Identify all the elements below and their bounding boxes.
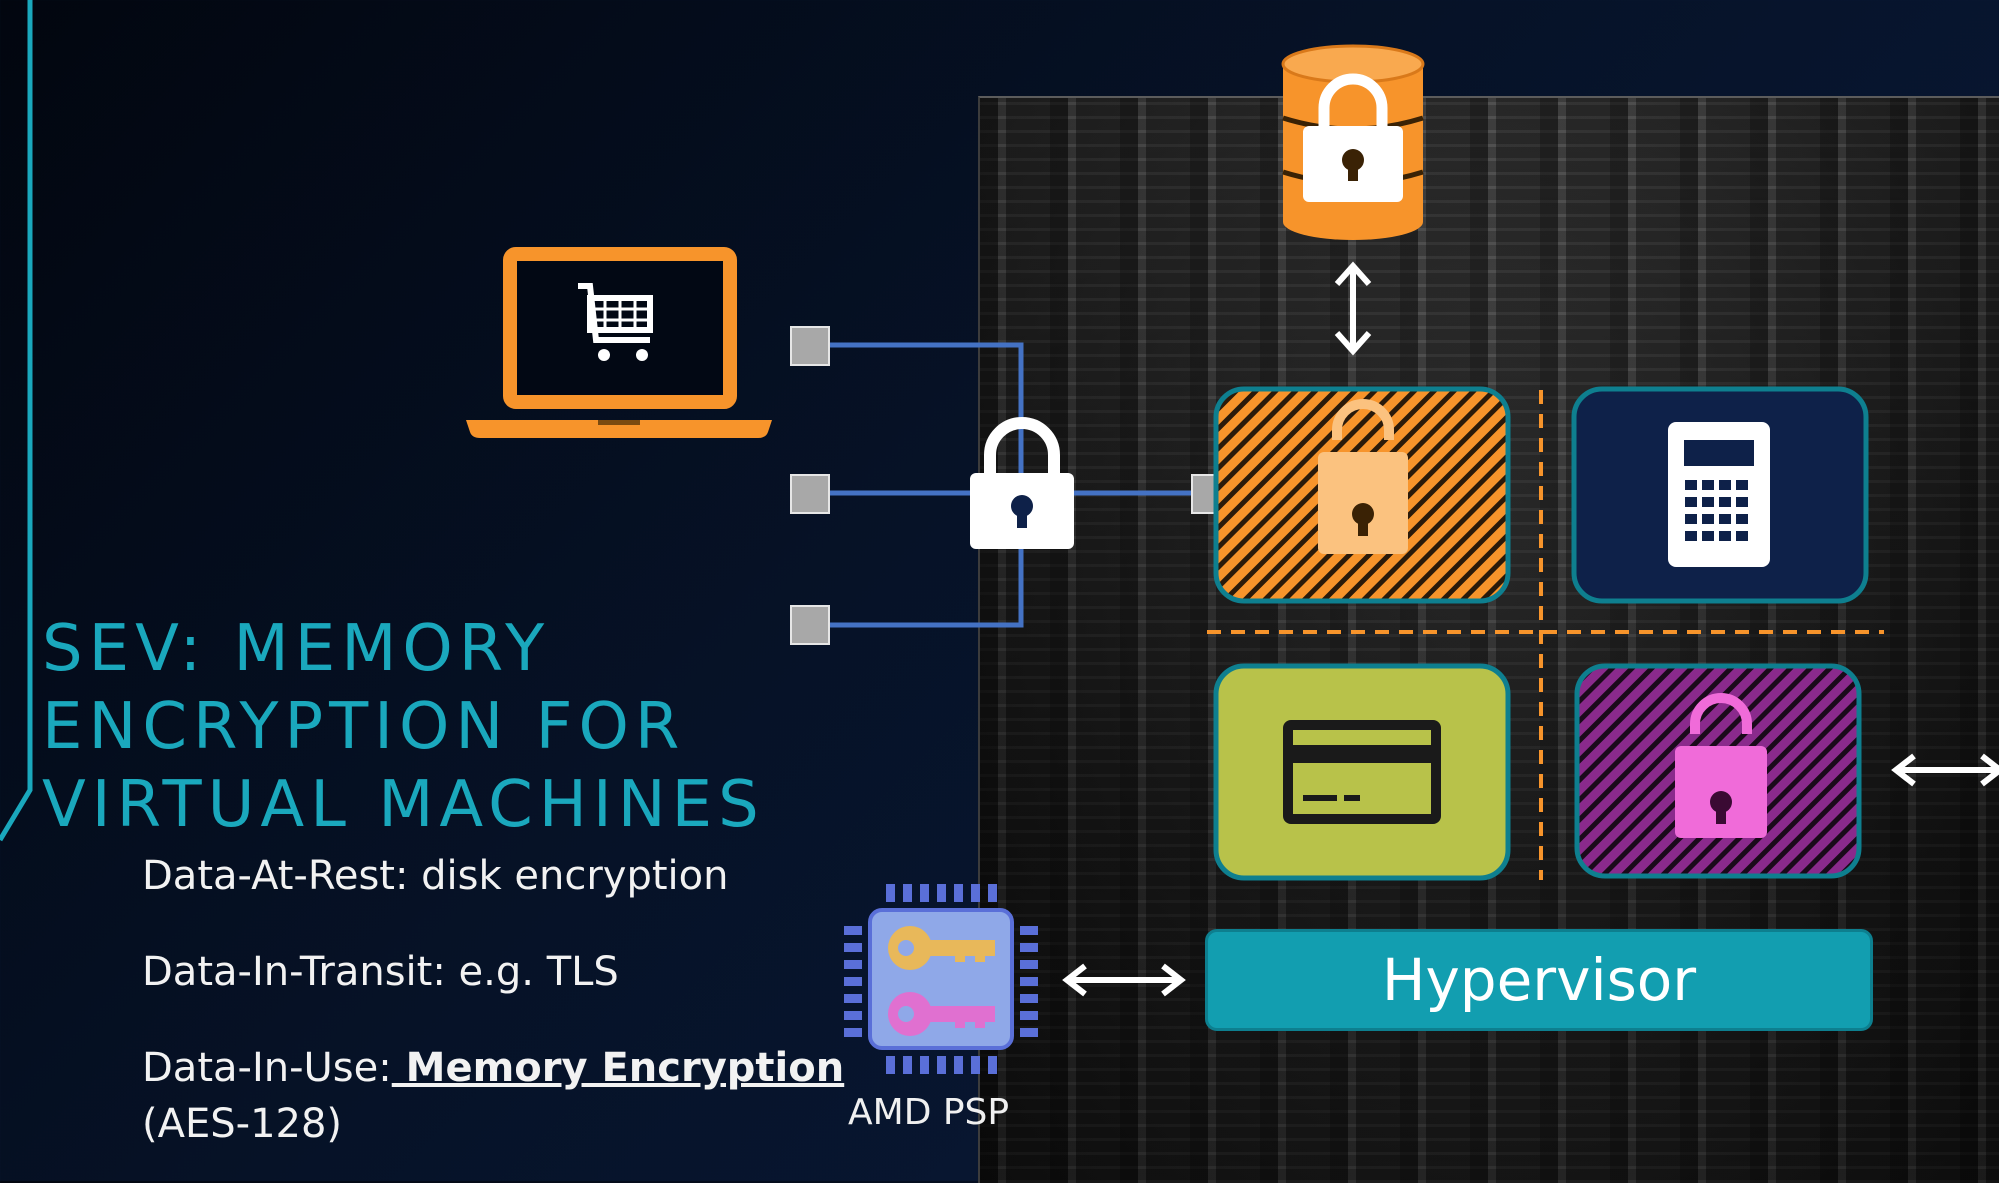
bullet-emphasis: Memory Encryption — [391, 1045, 845, 1091]
database-lock-icon — [1281, 44, 1425, 240]
bullet-data-in-use: Data-In-Use: Memory Encryption (AES-128) — [142, 1040, 844, 1152]
accent-line — [0, 0, 33, 842]
title-line-1: SEV: MEMORY — [42, 612, 551, 686]
bullet-data-at-rest: Data-At-Rest: disk encryption — [142, 848, 728, 904]
slide-title: SEV: MEMORY ENCRYPTION FOR VIRTUAL MACHI… — [42, 610, 765, 844]
bullet-label: Data-In-Transit: — [142, 949, 446, 995]
title-line-3: VIRTUAL MACHINES — [42, 768, 765, 842]
port-node-2 — [790, 474, 830, 514]
bullet-label: Data-In-Use: — [142, 1045, 392, 1091]
bullet-sub: (AES-128) — [142, 1101, 343, 1147]
double-arrow-icon — [1891, 753, 1999, 787]
slide: SEV: MEMORY ENCRYPTION FOR VIRTUAL MACHI… — [0, 0, 1999, 1183]
bullet-text: disk encryption — [408, 853, 729, 899]
double-arrow-icon — [1062, 963, 1186, 997]
double-arrow-icon — [1334, 261, 1372, 356]
psp-label: AMD PSP — [848, 1092, 1010, 1133]
bullet-label: Data-At-Rest: — [142, 853, 409, 899]
credit-card-icon — [1283, 720, 1441, 824]
laptop-cart-icon — [466, 247, 772, 438]
port-node-3 — [790, 605, 830, 645]
chip-keys-icon — [844, 884, 1038, 1074]
bullet-data-in-transit: Data-In-Transit: e.g. TLS — [142, 944, 619, 1000]
bullet-text: e.g. TLS — [445, 949, 619, 995]
title-line-2: ENCRYPTION FOR — [42, 690, 686, 764]
hypervisor-label: Hypervisor — [1381, 946, 1697, 1014]
calculator-icon — [1668, 422, 1770, 567]
port-node-1 — [790, 326, 830, 366]
hypervisor-bar: Hypervisor — [1205, 929, 1873, 1031]
